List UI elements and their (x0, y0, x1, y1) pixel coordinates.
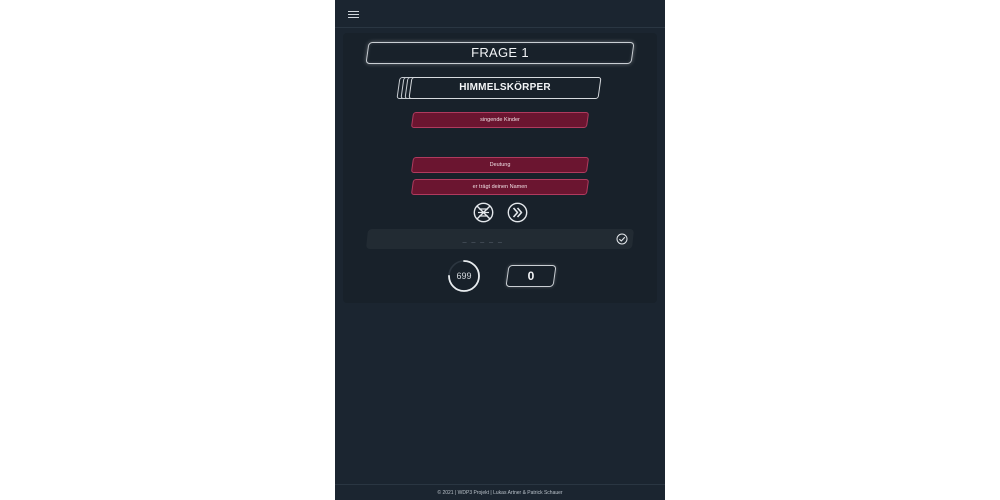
double-chevron-right-icon[interactable] (507, 202, 528, 223)
skip-icon[interactable] (473, 202, 494, 223)
check-circle-icon[interactable] (616, 233, 628, 245)
answer-placeholder: _ _ _ _ _ (462, 236, 504, 243)
category-card-stack: HIMMELSKÖRPER (396, 75, 606, 101)
hint-button-3[interactable] (410, 179, 590, 195)
hamburger-menu-icon[interactable] (348, 11, 360, 19)
score-value: 0 (527, 269, 535, 283)
quiz-card: FRAGE 1 HIMMELSKÖRPER singende Kinder De… (343, 33, 657, 303)
question-title: FRAGE 1 (471, 45, 529, 60)
category-label: HIMMELSKÖRPER (459, 82, 551, 93)
timer-value: 699 (456, 271, 472, 281)
top-bar (335, 0, 665, 28)
hint-button-2[interactable] (410, 157, 590, 173)
app-window: FRAGE 1 HIMMELSKÖRPER singende Kinder De… (335, 0, 665, 500)
hint-button-1[interactable] (410, 112, 590, 128)
footer-text: © 2021 | WDP3 Projekt | Lukas Artner & P… (335, 484, 665, 500)
